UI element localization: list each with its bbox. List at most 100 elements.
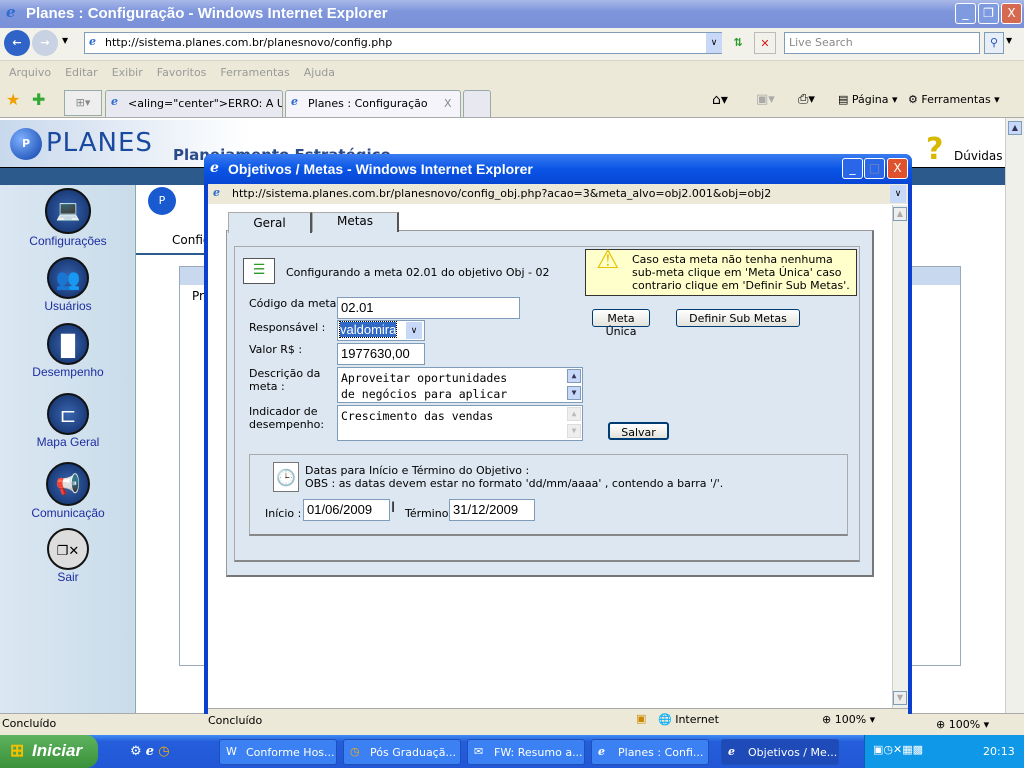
close-button[interactable]: X [1001,3,1022,24]
search-placeholder: Live Search [789,36,853,49]
popup-zoom-control[interactable]: ⊕ 100% ▾ [822,713,875,726]
sidebar-item-usuarios[interactable]: 👥 Usuários [0,257,136,313]
ie-icon: e [598,745,605,758]
inicio-input[interactable]: 01/06/2009 [303,499,390,521]
new-tab-button[interactable] [463,90,491,117]
exit-icon: ❐✕ [47,528,89,570]
codigo-input[interactable]: 02.01 [337,297,520,319]
help-link[interactable]: Dúvidas [954,149,1003,163]
popup-url: http://sistema.planes.com.br/planesnovo/… [232,187,772,200]
document-list-icon: ☰ [243,258,275,284]
descricao-textarea[interactable]: Aproveitar oportunidades de negócios par… [337,367,583,403]
back-button[interactable]: ← [4,30,30,56]
minimize-button[interactable]: _ [955,3,976,24]
popup-close-button[interactable]: X [887,158,908,179]
tab-close-icon[interactable]: X [444,97,452,110]
search-options-icon[interactable]: ▼ [1006,36,1012,45]
users-icon: 👥 [47,257,89,299]
sidebar-item-desempenho[interactable]: ▐▌ Desempenho [0,323,136,379]
planes-logo-icon: P [10,128,42,160]
sidebar-item-sair[interactable]: ❐✕ Sair [0,528,136,584]
scroll-down-icon[interactable]: ▼ [567,424,581,438]
sidebar-item-configuracoes[interactable]: 💻 Configurações [0,188,136,248]
start-button[interactable]: ⊞ Iniciar [0,735,98,768]
task-pos-graduacao[interactable]: ◷ Pós Graduaçã... [343,739,461,765]
address-dropdown-icon[interactable]: ∨ [706,33,722,53]
task-word[interactable]: W Conforme Hos... [219,739,337,765]
tab-erro[interactable]: e <aling="center">ERRO: A U... [105,90,283,117]
scroll-up-icon[interactable]: ▲ [893,207,907,221]
nav-label: Mapa Geral [36,435,100,449]
indicador-textarea[interactable]: Crescimento das vendas ▲ ▼ [337,405,583,441]
sidebar-item-mapa-geral[interactable]: ⊏ Mapa Geral [0,393,136,449]
config-tab[interactable]: P Configurações [136,185,258,255]
menu-bar: Arquivo Editar Exibir Favoritos Ferramentas A… [0,60,1024,84]
history-dropdown-icon[interactable]: ▼ [62,36,68,45]
form-heading: Configurando a meta 02.01 do objetivo Ob… [286,266,550,279]
valor-input[interactable]: 1977630,00 [337,343,425,365]
menu-ferramentas[interactable]: Ferramentas [220,66,289,79]
nav-label: Usuários [44,299,92,313]
popup-address-dropdown-icon[interactable]: ∨ [890,185,906,203]
tab-planes-configuracao[interactable]: e Planes : Configuração X [285,90,461,117]
menu-favoritos[interactable]: Favoritos [157,66,207,79]
warning-box: ⚠ Caso esta meta não tenha nenhuma sub-me… [585,247,857,296]
add-favorite-icon[interactable]: ✚ [32,90,45,109]
termino-input[interactable]: 31/12/2009 [449,499,535,521]
scroll-up-icon[interactable]: ▲ [567,369,581,383]
internet-zone: 🌐 Internet [658,713,719,726]
scroll-up-icon[interactable]: ▲ [1008,121,1022,135]
search-input[interactable]: Live Search [784,32,980,54]
popup-minimize-button[interactable]: _ [842,158,863,179]
help-icon[interactable]: ? [926,132,943,167]
meta-unica-button[interactable]: Meta Única [592,309,650,338]
tab-label: Planes : Configuração [308,97,428,110]
definir-sub-metas-button[interactable]: Definir Sub Metas [676,309,800,327]
clock: 20:13 [983,745,1015,758]
tab-metas[interactable]: Metas [312,212,399,232]
menu-exibir[interactable]: Exibir [112,66,143,79]
task-email[interactable]: ✉ FW: Resumo a... [467,739,585,765]
clock-icon: ◷ [158,744,170,759]
popup-maximize-button[interactable]: □ [864,158,885,179]
chevron-down-icon[interactable]: ∨ [406,322,422,339]
scroll-down-icon[interactable]: ▼ [893,691,907,705]
refresh-icon[interactable]: ⇅ [728,32,748,54]
salvar-button[interactable]: Salvar [608,422,669,440]
address-bar[interactable]: e http://sistema.planes.com.br/planesnovo… [84,32,722,54]
dates-title: Datas para Início e Término do Objetivo … [305,464,530,477]
sidebar-item-comunicacao[interactable]: 📢 Comunicação [0,462,136,520]
quick-tabs-icon[interactable]: ⊞▾ [64,90,102,116]
menu-ajuda[interactable]: Ajuda [304,66,335,79]
task-objetivos[interactable]: e Objetivos / Me... [721,739,839,765]
task-planes[interactable]: e Planes : Confi... [591,739,709,765]
scroll-down-icon[interactable]: ▼ [567,386,581,400]
scroll-up-icon[interactable]: ▲ [567,407,581,421]
quick-launch[interactable]: ⚙ e ◷ [130,744,170,759]
config-icon: P [148,187,176,215]
page-icon: e [213,186,220,199]
forward-button[interactable]: → [32,30,58,56]
page-scrollbar[interactable]: ▲ [1005,118,1024,713]
nav-label: Comunicação [31,506,105,520]
feeds-icon[interactable]: ▣▾ [756,92,775,107]
menu-arquivo[interactable]: Arquivo [9,66,51,79]
favorites-star-icon[interactable]: ★ [6,90,20,109]
home-icon[interactable]: ⌂▾ [712,92,728,108]
ie-icon: e [728,745,735,758]
search-icon[interactable]: ⚲ [984,32,1004,54]
restore-button[interactable]: ❐ [978,3,999,24]
responsavel-select[interactable]: valdomira ∨ [337,320,425,341]
menu-editar[interactable]: Editar [65,66,98,79]
stop-icon[interactable]: ✕ [754,32,776,54]
indicador-text: Crescimento das vendas [341,409,494,423]
zoom-control[interactable]: ⊕ 100% ▾ [936,718,989,731]
task-label: Conforme Hos... [246,746,335,759]
print-icon[interactable]: ⎙▾ [798,92,815,107]
popup-scrollbar[interactable]: ▲ ▼ [892,205,908,708]
page-menu[interactable]: ▤ Página ▾ [838,93,898,106]
responsavel-label: Responsável : [249,321,326,334]
tab-geral[interactable]: Geral [228,212,312,233]
tray-icons[interactable]: ▣◷✕▦▩ [873,743,923,756]
tools-menu[interactable]: ⚙ Ferramentas ▾ [908,93,1000,106]
